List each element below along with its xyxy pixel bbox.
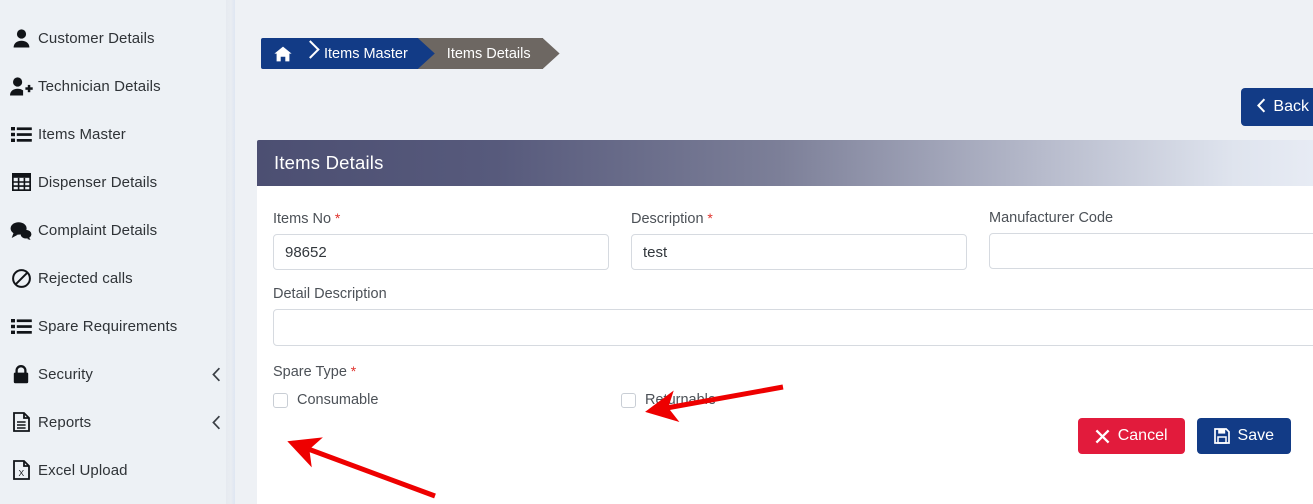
required-asterisk: * <box>703 210 713 226</box>
card-body: Items No * Description * Manufacturer Co… <box>257 186 1313 454</box>
breadcrumb-arrow <box>542 38 560 69</box>
field-group-detail-description: Detail Description <box>273 286 1313 346</box>
sidebar-item-complaint-details[interactable]: Complaint Details <box>0 206 235 254</box>
sidebar-item-rejected-calls[interactable]: Rejected calls <box>0 254 235 302</box>
file-excel-icon: X <box>4 460 38 480</box>
sidebar-item-label: Security <box>38 365 93 383</box>
label-text: Description <box>631 211 704 227</box>
list-icon <box>4 318 38 335</box>
description-label: Description * <box>631 210 967 227</box>
checkbox-returnable[interactable]: Returnable <box>621 392 716 408</box>
checkbox-label: Consumable <box>297 392 379 408</box>
sidebar-item-label: Customer Details <box>38 29 155 47</box>
sidebar-item-technician-details[interactable]: Technician Details <box>0 62 235 110</box>
breadcrumb-label: Items Details <box>446 45 531 62</box>
breadcrumb-label: Items Master <box>324 45 408 62</box>
manufacturer-code-label: Manufacturer Code <box>989 210 1114 226</box>
detail-description-label: Detail Description <box>273 286 387 302</box>
sidebar: Dashboard Customer Details Technician De… <box>0 0 235 504</box>
required-asterisk: * <box>346 363 357 379</box>
manufacturer-code-input[interactable] <box>989 233 1313 269</box>
spare-type-options: Consumable Returnable <box>273 392 1313 408</box>
ban-icon <box>4 268 38 288</box>
sidebar-item-label: Excel Upload <box>38 461 128 479</box>
file-lines-icon <box>4 412 38 432</box>
breadcrumb-home-link[interactable] <box>261 38 303 69</box>
sidebar-item-label: Spare Requirements <box>38 317 178 335</box>
table-icon <box>4 173 38 191</box>
label-text: Spare Type <box>273 364 347 380</box>
breadcrumb: Items Master Items Details <box>261 38 560 69</box>
sidebar-item-label: Items Master <box>38 125 126 143</box>
description-input[interactable] <box>631 234 967 270</box>
app-window: Dashboard Customer Details Technician De… <box>0 0 1313 504</box>
sidebar-item-items-master[interactable]: Items Master <box>0 110 235 158</box>
list-icon <box>4 126 38 143</box>
form-row-primary: Items No * Description * Manufacturer Co… <box>273 210 1313 270</box>
field-group-manufacturer-code: Manufacturer Code <box>989 210 1313 270</box>
save-button[interactable]: Save <box>1196 418 1291 454</box>
sidebar-item-dispenser-details[interactable]: Dispenser Details <box>0 158 235 206</box>
form-actions: Cancel Save <box>273 418 1313 454</box>
sidebar-item-label: Complaint Details <box>38 221 158 239</box>
checkbox-box-icon[interactable] <box>621 392 636 408</box>
svg-text:X: X <box>18 468 24 478</box>
sidebar-item-reports[interactable]: Reports <box>0 398 235 446</box>
form-row-detail-description: Detail Description <box>273 286 1313 346</box>
items-no-input[interactable] <box>273 234 609 270</box>
chevron-left-icon[interactable] <box>212 415 221 430</box>
checkbox-box-icon[interactable] <box>273 392 288 408</box>
user-icon <box>4 28 38 48</box>
field-group-items-no: Items No * <box>273 210 609 270</box>
chevron-left-icon[interactable] <box>212 367 221 382</box>
sidebar-item-customer-details[interactable]: Customer Details <box>0 14 235 62</box>
label-text: Items No <box>273 211 332 227</box>
sidebar-item-dashboard[interactable]: Dashboard <box>0 0 235 14</box>
cancel-button-label: Cancel <box>1117 427 1168 444</box>
items-no-label: Items No * <box>273 210 609 227</box>
detail-description-textarea[interactable] <box>273 309 1313 346</box>
items-details-card: Items Details Items No * Description * <box>257 140 1313 504</box>
required-asterisk: * <box>331 210 341 226</box>
page-title: Items Details <box>274 152 384 173</box>
card-header: Items Details <box>257 140 1313 186</box>
back-button[interactable]: Back <box>1241 88 1313 126</box>
sidebar-item-label: Dispenser Details <box>38 173 158 191</box>
spare-type-label: Spare Type * <box>273 363 1313 380</box>
breadcrumb-separator <box>303 38 322 69</box>
lock-icon <box>4 364 38 384</box>
floppy-disk-icon <box>1213 428 1230 444</box>
sidebar-item-security[interactable]: Security <box>0 350 235 398</box>
sidebar-item-spare-requirements[interactable]: Spare Requirements <box>0 302 235 350</box>
cancel-button[interactable]: Cancel <box>1077 418 1185 454</box>
comments-icon <box>4 221 38 240</box>
field-group-description: Description * <box>631 210 967 270</box>
chevron-left-icon <box>1257 98 1266 116</box>
times-icon <box>1095 429 1110 444</box>
user-plus-icon <box>4 76 38 96</box>
spare-type-section: Spare Type * Consumable Returnable <box>273 363 1313 408</box>
sidebar-divider <box>226 0 235 504</box>
breadcrumb-item-items-master[interactable]: Items Master <box>322 38 418 69</box>
breadcrumb-item-items-details[interactable]: Items Details <box>417 38 560 69</box>
back-button-label: Back <box>1273 98 1309 115</box>
sidebar-item-label: Technician Details <box>38 77 161 95</box>
sidebar-item-excel-upload[interactable]: X Excel Upload <box>0 446 235 494</box>
sidebar-item-label: Rejected calls <box>38 269 133 287</box>
checkbox-label: Returnable <box>645 392 716 408</box>
main-content: Items Master Items Details Back Items De… <box>235 0 1313 504</box>
home-icon <box>274 46 292 62</box>
save-button-label: Save <box>1237 427 1274 444</box>
sidebar-item-label: Reports <box>38 413 92 431</box>
checkbox-consumable[interactable]: Consumable <box>273 392 621 408</box>
